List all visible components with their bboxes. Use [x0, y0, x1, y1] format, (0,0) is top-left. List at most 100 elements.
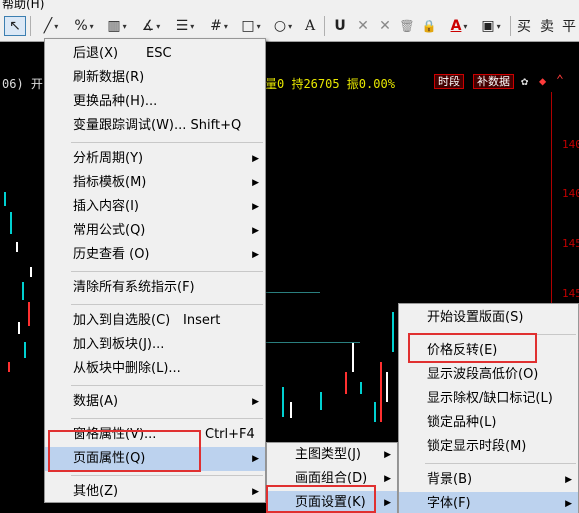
menu-item-label: 显示波段高低价(O)	[427, 367, 539, 382]
menu-settings-item-7[interactable]: 字体(F) ▶	[399, 492, 578, 513]
page-properties-submenu: 主图类型(J) ▶ 画面组合(D) ▶ 页面设置(K) ▶	[266, 442, 398, 513]
menu-item-label: 页面设置(K)	[295, 495, 366, 510]
hlines-tool-icon[interactable]: ☰ ▾	[170, 16, 200, 36]
candle	[290, 402, 292, 418]
percent-tool-icon[interactable]: % ▾	[70, 16, 98, 36]
menu-item-label: 字体(F)	[427, 496, 471, 511]
sell-button[interactable]: 卖	[538, 16, 556, 36]
grid-tool-icon[interactable]: # ▾	[204, 16, 234, 36]
submenu-arrow-icon: ▶	[252, 487, 259, 497]
rectangle-tool-icon[interactable]: □ ▾	[236, 16, 266, 36]
menu-item-label: 常用公式(Q)	[73, 223, 146, 238]
candle	[345, 372, 347, 394]
submenu-arrow-icon: ▶	[252, 154, 259, 164]
menu-page-item-1[interactable]: 画面组合(D) ▶	[267, 467, 397, 491]
menu-settings-item-3[interactable]: 显示除权/缺口标记(L)	[399, 387, 578, 411]
menu-main-item-4[interactable]: 分析周期(Y) ▶	[45, 147, 265, 171]
menu-main-item-0[interactable]: 后退(X) ESC	[45, 42, 265, 66]
menubar: 帮助(H)	[0, 0, 579, 10]
menu-item-label: 清除所有系统指示(F)	[73, 280, 195, 295]
menu-settings-item-2[interactable]: 显示波段高低价(O)	[399, 363, 578, 387]
menu-separator	[71, 475, 263, 476]
menu-item-label: 背景(B)	[427, 472, 473, 487]
menu-item-label: 历史查看 (O)	[73, 247, 150, 262]
menu-main-item-8[interactable]: 历史查看 (O) ▶	[45, 243, 265, 267]
menu-page-item-0[interactable]: 主图类型(J) ▶	[267, 443, 397, 467]
color-picker-icon[interactable]: A ▾	[444, 16, 474, 36]
magnet-tool-icon[interactable]: U	[330, 16, 350, 36]
alert-diamond-icon[interactable]: ◆	[539, 74, 546, 88]
period-badge[interactable]: 时段	[434, 74, 464, 89]
menu-item-shortcut: Ctrl+F4	[205, 427, 255, 442]
menu-settings-item-1[interactable]: 价格反转(E)	[399, 339, 578, 363]
bars-tool-icon[interactable]: ▥ ▾	[102, 16, 132, 36]
menu-item-label: 分析周期(Y)	[73, 151, 144, 166]
toolbar-separator	[510, 16, 511, 36]
settings-gear-icon[interactable]: ✿	[521, 74, 528, 88]
menu-settings-item-6[interactable]: 背景(B) ▶	[399, 468, 578, 492]
candle	[24, 342, 26, 358]
menu-main-item-16[interactable]: 其他(Z) ▶	[45, 480, 265, 504]
supplement-data-badge[interactable]: 补数据	[473, 74, 514, 89]
close-position-button[interactable]: 平	[560, 16, 578, 36]
menu-main-item-9[interactable]: 清除所有系统指示(F)	[45, 276, 265, 300]
menu-item-label: 加入到自选股(C)	[73, 313, 171, 328]
page-properties-items: 主图类型(J) ▶ 画面组合(D) ▶ 页面设置(K) ▶	[267, 443, 397, 513]
menu-main-item-6[interactable]: 插入内容(I) ▶	[45, 195, 265, 219]
menu-main-item-15[interactable]: 页面属性(Q) ▶	[45, 447, 265, 471]
candle	[360, 382, 362, 394]
menu-main-item-7[interactable]: 常用公式(Q) ▶	[45, 219, 265, 243]
menu-page-item-2[interactable]: 页面设置(K) ▶	[267, 491, 397, 513]
pointer-tool-icon[interactable]: ↖	[4, 16, 26, 36]
menu-separator	[71, 418, 263, 419]
menu-main-item-12[interactable]: 从板块中删除(L)...	[45, 357, 265, 381]
submenu-arrow-icon: ▶	[252, 202, 259, 212]
menu-item-label: 锁定品种(L)	[427, 415, 497, 430]
candle	[22, 282, 24, 300]
text-tool-icon[interactable]: A	[300, 16, 320, 36]
menu-settings-item-0[interactable]: 开始设置版面(S)	[399, 306, 578, 330]
circle-tool-icon[interactable]: ○ ▾	[268, 16, 298, 36]
menu-main-item-5[interactable]: 指标模板(M) ▶	[45, 171, 265, 195]
menu-main-item-10[interactable]: 加入到自选股(C) Insert	[45, 309, 265, 333]
page-settings-submenu: 开始设置版面(S) 价格反转(E) 显示波段高低价(O) 显示除权/缺口标记(L) 锁定…	[398, 303, 579, 513]
trash-icon[interactable]: 🗑	[398, 16, 416, 36]
close-left-icon[interactable]: ✕	[354, 16, 372, 36]
menu-main-item-2[interactable]: 更换品种(H)...	[45, 90, 265, 114]
candle	[30, 267, 32, 277]
angle-tool-icon[interactable]: ∡ ▾	[136, 16, 166, 36]
menu-main-item-11[interactable]: 加入到板块(J)...	[45, 333, 265, 357]
close-mid-icon[interactable]: ✕	[376, 16, 394, 36]
menu-help[interactable]: 帮助(H)	[2, 0, 44, 10]
candle	[386, 372, 388, 402]
candle	[10, 212, 12, 234]
submenu-arrow-icon: ▶	[252, 226, 259, 236]
save-template-icon[interactable]: ▣ ▾	[476, 16, 506, 36]
submenu-arrow-icon: ▶	[565, 475, 572, 485]
buy-button[interactable]: 买	[515, 16, 533, 36]
menu-item-label: 显示除权/缺口标记(L)	[427, 391, 553, 406]
menu-main-item-14[interactable]: 窗格属性(V)... Ctrl+F4	[45, 423, 265, 447]
submenu-arrow-icon: ▶	[384, 474, 391, 484]
candle	[320, 392, 322, 410]
menu-item-label: 其他(Z)	[73, 484, 119, 499]
menu-main-item-1[interactable]: 刷新数据(R)	[45, 66, 265, 90]
menu-separator	[425, 334, 576, 335]
page-settings-items: 开始设置版面(S) 价格反转(E) 显示波段高低价(O) 显示除权/缺口标记(L) 锁定…	[399, 304, 578, 513]
submenu-arrow-icon: ▶	[252, 178, 259, 188]
price-axis-tick: 140	[562, 187, 579, 200]
menu-settings-item-5[interactable]: 锁定显示时段(M)	[399, 435, 578, 459]
menu-main-item-13[interactable]: 数据(A) ▶	[45, 390, 265, 414]
menu-separator	[71, 142, 263, 143]
menu-item-shortcut: Insert	[183, 313, 221, 328]
menu-settings-item-4[interactable]: 锁定品种(L)	[399, 411, 578, 435]
menu-item-label: 指标模板(M)	[73, 175, 147, 190]
menu-main-item-3[interactable]: 变量跟踪调试(W)... Shift+Q	[45, 114, 265, 138]
scroll-up-icon[interactable]: ⌃	[556, 73, 564, 88]
submenu-arrow-icon: ▶	[252, 397, 259, 407]
lock-icon[interactable]: 🔒	[420, 16, 438, 36]
submenu-arrow-icon: ▶	[252, 454, 259, 464]
price-axis-tick: 145	[562, 237, 579, 250]
line-tool-icon[interactable]: ╱ ▾	[36, 16, 66, 36]
menu-separator	[71, 385, 263, 386]
